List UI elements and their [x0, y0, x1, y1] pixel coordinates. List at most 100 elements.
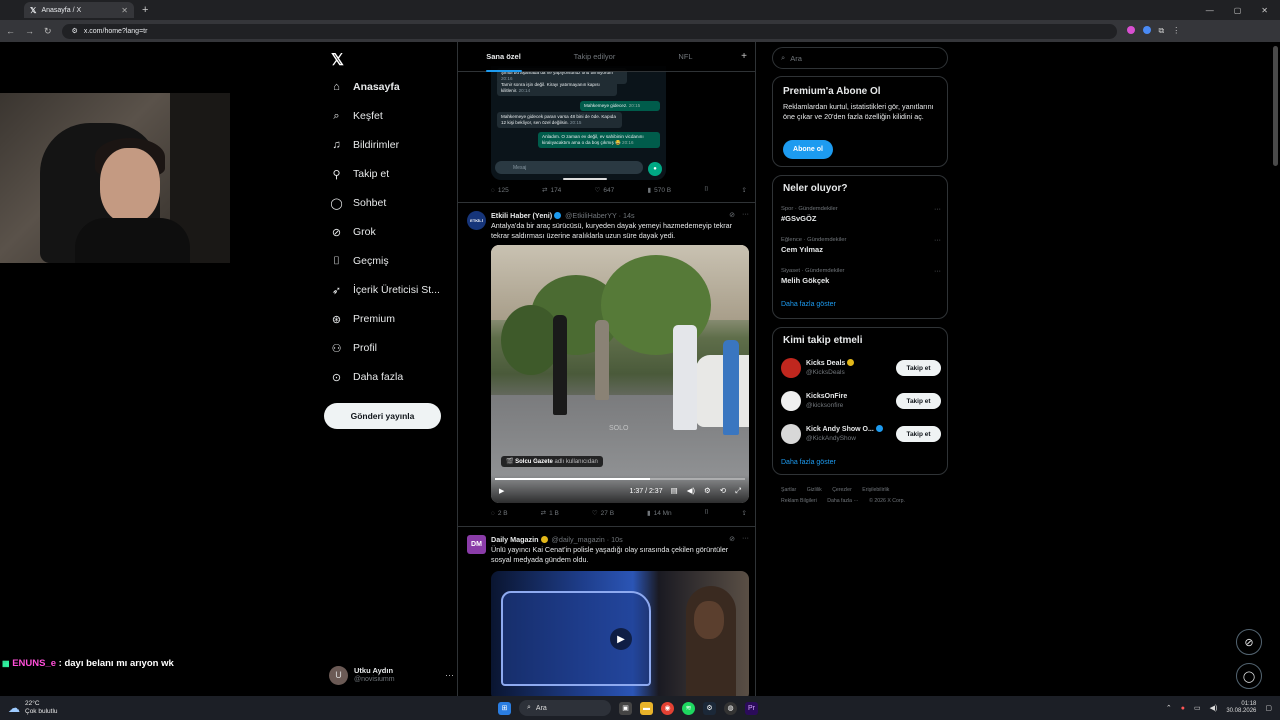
more-dots-icon[interactable]: ··· — [742, 211, 749, 219]
trend-item[interactable]: Eğlence · Gündemdekiler Cem Yılmaz ··· — [781, 237, 941, 254]
messages-fab-icon[interactable]: ◯ — [1236, 663, 1262, 689]
reply-button[interactable]: ◌ 2 B — [491, 509, 508, 517]
avatar[interactable]: DM — [467, 535, 486, 554]
post-button[interactable]: Gönderi yayınla — [324, 403, 441, 429]
avatar[interactable] — [781, 391, 801, 411]
grok-icon[interactable]: ⊘ — [729, 211, 735, 219]
views-button[interactable]: ▮ 14 Mn — [647, 509, 672, 518]
maximize-icon[interactable]: ▢ — [1234, 6, 1242, 15]
post-video[interactable]: SOLO 🎬 Solcu Gazete adlı kullanıcıdan ▶ … — [491, 245, 749, 503]
extension-icon[interactable] — [1142, 26, 1151, 34]
nav-grok[interactable]: ⊘ Grok — [330, 222, 376, 242]
tab-following[interactable]: Takip edilyor — [549, 42, 640, 72]
grok-fab-icon[interactable]: ⊘ — [1236, 629, 1262, 655]
account-switcher[interactable]: U Utku Aydın @novisiumm ··· — [329, 662, 454, 688]
chrome-icon[interactable]: ◉ — [661, 701, 674, 715]
footer-link[interactable]: Gizlilik — [807, 487, 822, 493]
tab-nfl[interactable]: NFL — [640, 42, 731, 72]
browser-tab[interactable]: 𝕏 Anasayfa / X ✕ — [24, 2, 134, 18]
post[interactable]: ETKİLİ Etkili Haber (Yeni) @EtkiliHaberY… — [458, 202, 755, 526]
reply-button[interactable]: ◌ 125 — [491, 186, 509, 194]
site-info-icon[interactable]: ⚙ — [72, 27, 78, 35]
nav-follow[interactable]: ⚲ Takip et — [330, 164, 389, 184]
post-time[interactable]: 10s — [611, 535, 623, 544]
tab-for-you[interactable]: Sana özel — [458, 42, 549, 72]
repost-button[interactable]: ⇄ 1 B — [541, 509, 559, 518]
start-icon[interactable]: ⊞ — [498, 701, 511, 715]
bookmark-button[interactable]: ⌷ — [705, 509, 709, 517]
more-dots-icon[interactable]: ··· — [934, 206, 941, 213]
footer-link[interactable]: Şartlar — [781, 487, 796, 493]
steam-icon[interactable]: ⚙ — [703, 701, 716, 715]
repost-button[interactable]: ⇄ 174 — [542, 186, 561, 195]
follow-suggestion[interactable]: Kick Andy Show O... @KickAndyShow Takip e… — [781, 422, 941, 446]
post-video[interactable]: ▶ — [491, 571, 749, 696]
views-button[interactable]: ▮ 570 B — [648, 186, 672, 195]
avatar[interactable]: ETKİLİ — [467, 211, 486, 230]
author-name[interactable]: Etkili Haber (Yeni) — [491, 211, 552, 220]
footer-link[interactable]: Reklam Bilgileri — [781, 498, 817, 504]
clock[interactable]: 01:18 30.08.2026 — [1226, 701, 1256, 716]
obs-icon[interactable]: ◍ — [724, 701, 737, 715]
trends-show-more[interactable]: Daha fazla göster — [781, 301, 836, 308]
file-explorer-icon[interactable]: ▬ — [640, 701, 653, 715]
forward-icon[interactable]: → — [25, 26, 34, 36]
puzzle-icon[interactable]: ⧉ — [1159, 26, 1165, 36]
x-logo-icon[interactable]: 𝕏 — [331, 50, 344, 70]
nav-home[interactable]: ⌂ Anasayfa — [330, 77, 400, 97]
notification-icon[interactable]: ▢ — [1265, 704, 1272, 712]
settings-icon[interactable]: ⚙ — [704, 486, 711, 496]
chevron-up-icon[interactable]: ⌃ — [1166, 704, 1172, 712]
play-icon[interactable]: ▶ — [499, 487, 504, 495]
author-name[interactable]: Daily Magazin — [491, 535, 539, 544]
spotify-icon[interactable]: ≋ — [682, 701, 695, 715]
volume-icon[interactable]: ◀) — [687, 486, 695, 496]
search-input[interactable]: ⌕ Ara — [772, 47, 948, 69]
window-close-icon[interactable]: ✕ — [1261, 6, 1268, 15]
add-tab-icon[interactable]: + — [731, 51, 755, 62]
author-handle[interactable]: @EtkiliHaberYY — [565, 211, 617, 220]
menu-icon[interactable]: ⋮ — [1172, 26, 1180, 36]
nav-explore[interactable]: ⌕ Keşfet — [330, 106, 382, 126]
footer-link[interactable]: Erişilebilirlik — [862, 487, 889, 493]
follow-suggestion[interactable]: Kicks Deals @KicksDeals Takip et — [781, 356, 941, 380]
mic-icon[interactable]: ● — [1181, 705, 1185, 712]
more-dots-icon[interactable]: ··· — [934, 268, 941, 275]
more-dots-icon[interactable]: ··· — [934, 237, 941, 244]
nav-notifications[interactable]: ♫ Bildirimler — [330, 135, 399, 155]
nav-chat[interactable]: ◯ Sohbet — [330, 193, 386, 213]
reload-icon[interactable]: ↻ — [44, 26, 52, 37]
nav-more[interactable]: ⊙ Daha fazla — [330, 367, 403, 387]
nav-creator-studio[interactable]: ➶ İçerik Üreticisi St... — [330, 280, 440, 300]
follow-button[interactable]: Takip et — [896, 393, 941, 409]
premiere-icon[interactable]: Pr — [745, 701, 758, 715]
share-button[interactable]: ⇪ — [742, 186, 747, 194]
post[interactable]: DM Daily Magazin @daily_magazin · 10s ⊘ … — [458, 526, 755, 696]
play-icon[interactable]: ▶ — [610, 628, 632, 650]
bookmark-button[interactable]: ⌷ — [704, 186, 708, 194]
follow-button[interactable]: Takip et — [896, 360, 941, 376]
page-scrollbar[interactable] — [1273, 46, 1278, 166]
post-image-chat-screenshot[interactable]: Şimdi bu aşamada da ne yapıyorsunuz onu … — [491, 66, 666, 180]
footer-link[interactable]: Daha fazla ··· — [827, 498, 858, 504]
video-credit[interactable]: 🎬 Solcu Gazete adlı kullanıcıdan — [501, 456, 603, 467]
rotate-icon[interactable]: ⟲ — [720, 486, 726, 496]
follow-suggestion[interactable]: KicksOnFire @kicksonfire Takip et — [781, 389, 941, 413]
task-view-icon[interactable]: ▣ — [619, 701, 632, 715]
nav-history[interactable]: ⌷ Geçmiş — [330, 251, 388, 271]
volume-icon[interactable]: ◀) — [1210, 704, 1218, 712]
minimize-icon[interactable]: — — [1206, 6, 1214, 15]
subscribe-button[interactable]: Abone ol — [783, 140, 833, 159]
nav-premium[interactable]: ⊛ Premium — [330, 309, 395, 329]
back-icon[interactable]: ← — [6, 26, 15, 36]
video-progress-bar[interactable] — [495, 478, 745, 480]
close-tab-icon[interactable]: ✕ — [121, 6, 128, 15]
avatar[interactable] — [781, 424, 801, 444]
captions-icon[interactable]: ▤ — [671, 486, 678, 496]
address-bar[interactable]: ⚙ x.com/home?lang=tr — [61, 23, 1117, 39]
new-tab-button[interactable]: + — [142, 4, 148, 16]
network-icon[interactable]: ▭ — [1194, 704, 1201, 712]
trend-item[interactable]: Siyaset · Gündemdekiler Melih Gökçek ··· — [781, 268, 941, 285]
trend-item[interactable]: Spor · Gündemdekiler #GSvGÖZ ··· — [781, 206, 941, 223]
grok-icon[interactable]: ⊘ — [729, 535, 735, 543]
